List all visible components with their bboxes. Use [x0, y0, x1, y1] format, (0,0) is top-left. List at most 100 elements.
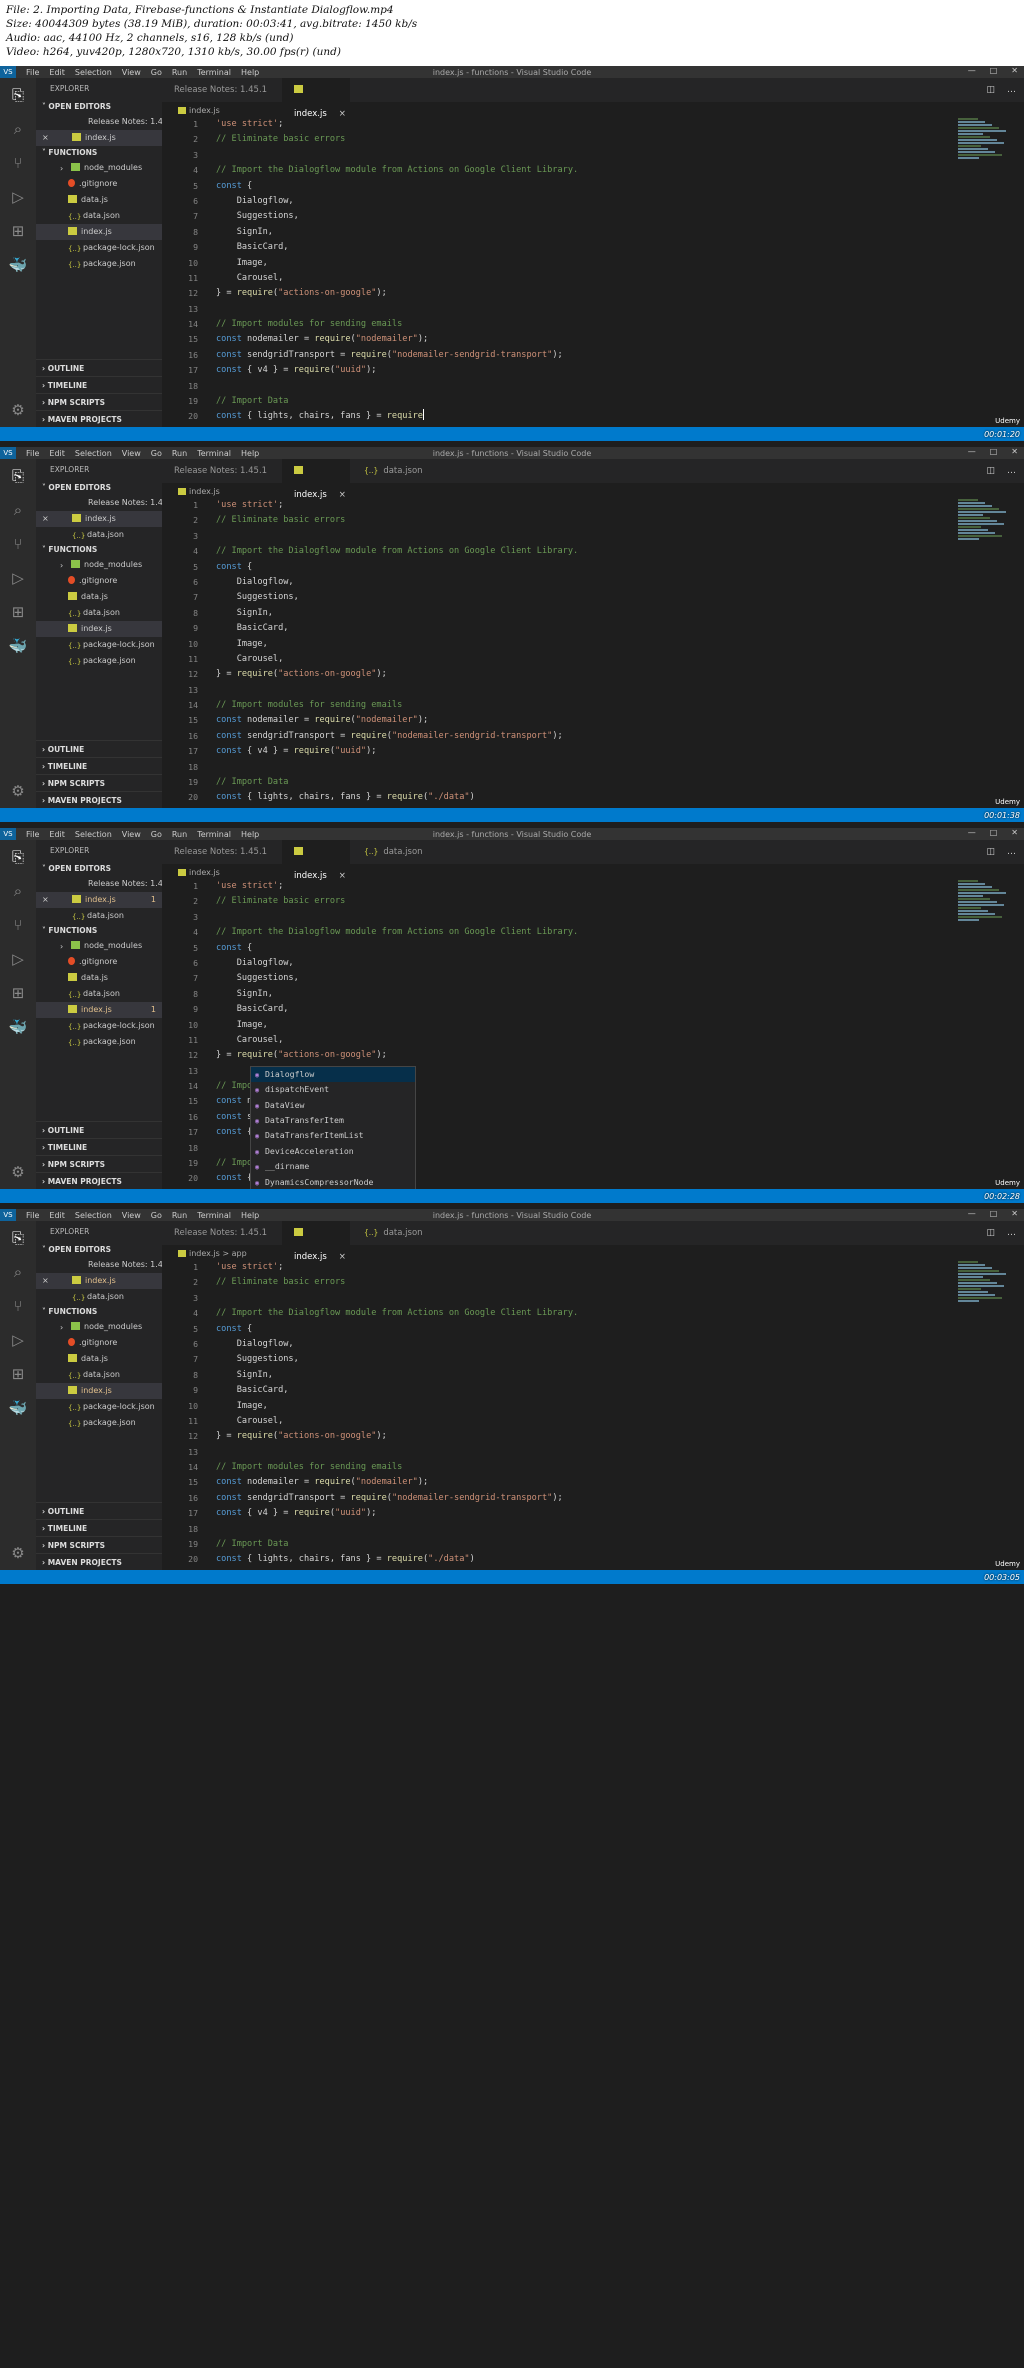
code-line[interactable]: const nodemailer = require("nodemailer")… [216, 713, 1024, 728]
file-tree-item[interactable]: {..} package.json [36, 1034, 162, 1050]
code-line[interactable]: const { [216, 179, 1024, 194]
menu-file[interactable]: File [26, 830, 39, 839]
run-debug-icon[interactable]: ▷ [0, 1323, 36, 1357]
menu-edit[interactable]: Edit [49, 1211, 65, 1220]
functions-folder[interactable]: ˅ FUNCTIONS [36, 1305, 162, 1319]
code-line[interactable]: 'use strict'; [216, 879, 1024, 894]
minimize-icon[interactable]: — [968, 447, 976, 456]
code-line[interactable]: const { lights, chairs, fans } = require [216, 409, 1024, 424]
code-line[interactable]: const nodemailer = require("nodemailer")… [216, 332, 1024, 347]
menu-selection[interactable]: Selection [75, 449, 112, 458]
code-line[interactable]: Suggestions, [216, 590, 1024, 605]
code-line[interactable] [216, 1522, 1024, 1537]
menu-file[interactable]: File [26, 1211, 39, 1220]
maven-section[interactable]: › MAVEN PROJECTS [36, 410, 162, 427]
code-line[interactable] [216, 910, 1024, 925]
files-icon[interactable]: ⎘ [0, 459, 36, 493]
open-editor-item[interactable]: {..} data.json [36, 908, 162, 924]
source-control-icon[interactable]: ⑂ [0, 1289, 36, 1323]
code-line[interactable]: Dialogflow, [216, 1337, 1024, 1352]
code-line[interactable]: Dialogflow, [216, 575, 1024, 590]
split-editor-icon[interactable]: ◫ [986, 1221, 995, 1245]
suggestion-item[interactable]: ◉ dispatchEvent [251, 1082, 415, 1097]
code-line[interactable]: } = require("actions-on-google"); [216, 667, 1024, 682]
code-line[interactable]: SignIn, [216, 606, 1024, 621]
menu-run[interactable]: Run [172, 830, 187, 839]
menu-edit[interactable]: Edit [49, 830, 65, 839]
code-line[interactable]: SignIn, [216, 1368, 1024, 1383]
open-editors-section[interactable]: ˅ OPEN EDITORS [36, 100, 162, 114]
code-line[interactable]: BasicCard, [216, 240, 1024, 255]
settings-gear-icon[interactable]: ⚙ [0, 774, 36, 808]
source-control-icon[interactable]: ⑂ [0, 527, 36, 561]
file-tree-item[interactable]: {..} package-lock.json [36, 637, 162, 653]
code-line[interactable]: } = require("actions-on-google"); [216, 1048, 1024, 1063]
code-line[interactable]: Image, [216, 1018, 1024, 1033]
outline-section[interactable]: › OUTLINE [36, 740, 162, 757]
code-line[interactable]: const { v4 } = require("uuid"); [216, 744, 1024, 759]
timeline-section[interactable]: › TIMELINE [36, 1519, 162, 1536]
docker-icon[interactable]: 🐳 [0, 629, 36, 663]
files-icon[interactable]: ⎘ [0, 78, 36, 112]
files-icon[interactable]: ⎘ [0, 840, 36, 874]
code-line[interactable]: const { [216, 560, 1024, 575]
code-line[interactable]: const { lights, chairs, fans } = require… [216, 1552, 1024, 1567]
code-line[interactable]: const sendgridTransport = require("nodem… [216, 1491, 1024, 1506]
breadcrumb[interactable]: index.js [178, 104, 220, 116]
file-tree-item[interactable]: data.js [36, 589, 162, 605]
run-debug-icon[interactable]: ▷ [0, 561, 36, 595]
suggestion-item[interactable]: ◉ DynamicsCompressorNode [251, 1175, 415, 1190]
docker-icon[interactable]: 🐳 [0, 248, 36, 282]
close-window-icon[interactable]: ✕ [1011, 66, 1018, 75]
file-tree-item[interactable]: {..} package-lock.json [36, 1018, 162, 1034]
menu-view[interactable]: View [122, 68, 141, 77]
minimize-icon[interactable]: — [968, 828, 976, 837]
maximize-icon[interactable]: □ [990, 447, 998, 456]
breadcrumb[interactable]: index.js [178, 866, 220, 878]
source-control-icon[interactable]: ⑂ [0, 908, 36, 942]
menu-go[interactable]: Go [151, 1211, 162, 1220]
file-tree-item[interactable]: {..} data.json [36, 208, 162, 224]
more-actions-icon[interactable]: … [1007, 78, 1016, 102]
file-tree-item[interactable]: {..} package-lock.json [36, 1399, 162, 1415]
file-tree-item[interactable]: › node_modules [36, 938, 162, 954]
menu-view[interactable]: View [122, 830, 141, 839]
files-icon[interactable]: ⎘ [0, 1221, 36, 1255]
breadcrumb[interactable]: index.js [178, 485, 220, 497]
split-editor-icon[interactable]: ◫ [986, 78, 995, 102]
menu-edit[interactable]: Edit [49, 449, 65, 458]
settings-gear-icon[interactable]: ⚙ [0, 1536, 36, 1570]
code-line[interactable]: // Import the Dialogflow module from Act… [216, 925, 1024, 940]
maven-section[interactable]: › MAVEN PROJECTS [36, 791, 162, 808]
code-line[interactable] [216, 683, 1024, 698]
code-line[interactable]: Carousel, [216, 1414, 1024, 1429]
code-line[interactable] [216, 760, 1024, 775]
code-line[interactable]: // Eliminate basic errors [216, 894, 1024, 909]
open-editors-section[interactable]: ˅ OPEN EDITORS [36, 1243, 162, 1257]
tab-data-json[interactable]: {..} data.json [352, 1221, 423, 1245]
code-line[interactable]: // Import modules for sending emails [216, 317, 1024, 332]
more-actions-icon[interactable]: … [1007, 1221, 1016, 1245]
code-editor[interactable]: 1234567891011121314151617181920212223242… [162, 879, 1024, 1203]
menu-file[interactable]: File [26, 68, 39, 77]
code-line[interactable]: const { v4 } = require("uuid"); [216, 363, 1024, 378]
open-editor-item[interactable]: Release Notes: 1.4... [36, 876, 162, 892]
file-tree-item[interactable]: data.js [36, 970, 162, 986]
close-icon[interactable]: × [42, 892, 49, 908]
code-line[interactable]: const { [216, 1322, 1024, 1337]
code-line[interactable]: } = require("actions-on-google"); [216, 286, 1024, 301]
code-line[interactable]: const sendgridTransport = require("nodem… [216, 348, 1024, 363]
split-editor-icon[interactable]: ◫ [986, 840, 995, 864]
minimize-icon[interactable]: — [968, 1209, 976, 1218]
file-tree-item[interactable]: {..} data.json [36, 986, 162, 1002]
file-tree-item[interactable]: {..} data.json [36, 1367, 162, 1383]
maximize-icon[interactable]: □ [990, 66, 998, 75]
minimap[interactable] [958, 498, 1010, 568]
file-tree-item[interactable]: {..} package-lock.json [36, 240, 162, 256]
source-control-icon[interactable]: ⑂ [0, 146, 36, 180]
open-editor-item[interactable]: × index.js [36, 1273, 162, 1289]
run-debug-icon[interactable]: ▷ [0, 180, 36, 214]
docker-icon[interactable]: 🐳 [0, 1010, 36, 1044]
menu-terminal[interactable]: Terminal [197, 68, 231, 77]
menu-view[interactable]: View [122, 449, 141, 458]
